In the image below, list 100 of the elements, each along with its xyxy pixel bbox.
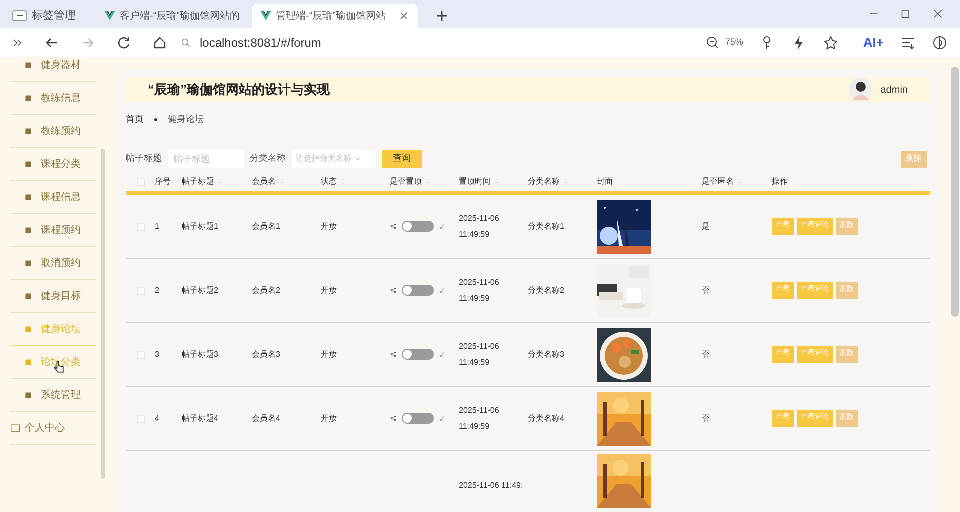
pin-toggle[interactable] — [402, 413, 434, 424]
menu-square-icon — [24, 94, 33, 102]
sort-icon — [737, 178, 744, 185]
tab-group-icon — [12, 8, 28, 24]
table-cell: 会员名3 — [252, 348, 280, 360]
table-cell-text: 2025-11-06 11:49:59 — [459, 212, 500, 240]
table-cell-text: 2025-11-06 11:49:59 — [459, 276, 500, 304]
menu-square-icon — [24, 258, 33, 268]
menu-square-icon — [24, 126, 33, 136]
column-header: 序号 — [155, 176, 171, 188]
table-cell: 会员名2 — [252, 284, 280, 296]
column-header[interactable]: 是否置顶 — [390, 176, 432, 188]
table-cell: 开放 — [321, 220, 337, 232]
pen-icon — [439, 415, 446, 422]
checkbox[interactable] — [136, 286, 144, 294]
sidebar-item[interactable]: 课程分类 — [10, 148, 96, 181]
share-icon — [390, 287, 397, 294]
column-header[interactable]: 帖子标题 — [182, 176, 224, 188]
user-name[interactable]: admin — [880, 82, 908, 98]
menu-square-icon — [24, 192, 33, 202]
browser-tab[interactable]: 管理端-“辰瑜”瑜伽馆网站 — [252, 4, 418, 28]
table-cell-text: 2025-11-06 11:49:59 — [459, 404, 500, 432]
search-icon — [180, 36, 192, 48]
sidebar-item[interactable]: 课程信息 — [10, 181, 96, 214]
column-header[interactable]: 置顶时间 — [459, 176, 501, 188]
table-cell: 1 — [155, 220, 160, 232]
sidebar-item[interactable]: 取消预约 — [10, 247, 96, 280]
checkbox[interactable] — [136, 414, 144, 422]
pen-icon — [439, 351, 446, 358]
table-cell-text: 2025-11-06 11:49: — [459, 480, 524, 492]
field-label: 分类名称 — [250, 152, 286, 166]
avatar-icon — [848, 78, 873, 102]
sidebar-item[interactable]: 教练预约 — [10, 115, 96, 148]
window-icon — [10, 422, 21, 434]
table-cell: 帖子标题3 — [182, 348, 218, 360]
sort-icon — [494, 178, 501, 185]
sort-icon — [279, 178, 286, 185]
scrollbar[interactable] — [101, 149, 105, 479]
title-input[interactable]: 帖子标题 — [168, 150, 244, 168]
sidebar-item[interactable]: 教练信息 — [10, 82, 96, 115]
table-cell-text: 2025-11-06 11:49:59 — [459, 340, 500, 368]
share-icon — [390, 223, 397, 230]
menu-square-icon — [24, 390, 33, 400]
url-text[interactable]: localhost:8081/#/forum — [200, 34, 322, 52]
ai-button[interactable]: AI+ — [863, 32, 884, 52]
pin-toggle[interactable] — [402, 221, 434, 232]
close-icon — [932, 8, 944, 20]
table-cell: 分类名称3 — [528, 348, 564, 360]
table-cell: 分类名称2 — [528, 284, 564, 296]
pen-icon — [439, 287, 446, 294]
table-cell: 分类名称4 — [528, 412, 564, 424]
pin-toggle[interactable] — [402, 349, 434, 360]
dot-icon — [152, 116, 160, 124]
column-header[interactable]: 会员名 — [252, 176, 286, 188]
column-header[interactable]: 分类名称 — [528, 176, 570, 188]
breadcrumb-item[interactable]: 首页 — [126, 113, 144, 127]
menu-square-icon — [24, 226, 33, 234]
sidebar-item[interactable]: 系统管理 — [10, 379, 96, 412]
table-cell: 开放 — [321, 412, 337, 424]
column-header[interactable]: 是否匿名 — [702, 176, 744, 188]
sidebar-item[interactable]: 课程预约 — [10, 214, 96, 247]
zoom-level: 75% — [725, 36, 744, 49]
personal-center-item[interactable]: 个人中心 — [10, 412, 96, 445]
table-cell: 4 — [155, 412, 160, 424]
table-cell: 分类名称1 — [528, 220, 564, 232]
table-cell: 开放 — [321, 348, 337, 360]
star-icon — [823, 34, 840, 50]
table-cell: 否 — [702, 412, 710, 424]
table-cell: 帖子标题1 — [182, 220, 218, 232]
query-button[interactable]: 查询 — [382, 150, 422, 168]
restore-icon — [900, 8, 912, 20]
menu-square-icon — [24, 60, 33, 70]
close-icon — [398, 10, 410, 22]
field-label: 帖子标题 — [126, 152, 162, 166]
checkbox[interactable] — [136, 222, 144, 230]
browser-tab[interactable]: 标签管理 — [8, 4, 92, 28]
pen-icon — [439, 223, 446, 230]
theme-icon — [932, 34, 948, 50]
sort-icon — [425, 178, 432, 185]
column-header[interactable]: 状态 — [321, 176, 347, 188]
site-title: “辰瑜”瑜伽馆网站的设计与实现 — [148, 81, 330, 100]
column-header: 操作 — [772, 176, 788, 188]
table-cell: 会员名4 — [252, 412, 280, 424]
sidebar-item[interactable]: 健身器材 — [10, 57, 96, 82]
pin-toggle[interactable] — [402, 285, 434, 296]
menu-square-icon — [24, 160, 33, 168]
vue-logo-icon — [104, 10, 116, 22]
table-cell: 2 — [155, 284, 160, 296]
scrollbar[interactable] — [951, 67, 959, 317]
new-tab-icon — [434, 8, 450, 24]
breadcrumb-item: 健身论坛 — [168, 113, 204, 126]
vue-logo-icon — [260, 10, 272, 22]
home-icon — [152, 34, 168, 50]
checkbox[interactable] — [136, 350, 144, 358]
sidebar-item[interactable]: 健身目标 — [10, 280, 96, 313]
expand-icon — [12, 36, 24, 48]
menu-square-icon — [24, 324, 33, 334]
browser-tab[interactable]: 客户端-“辰瑜”瑜伽馆网站的 — [96, 4, 248, 28]
reload-icon — [116, 34, 132, 50]
checkbox[interactable] — [136, 178, 144, 186]
